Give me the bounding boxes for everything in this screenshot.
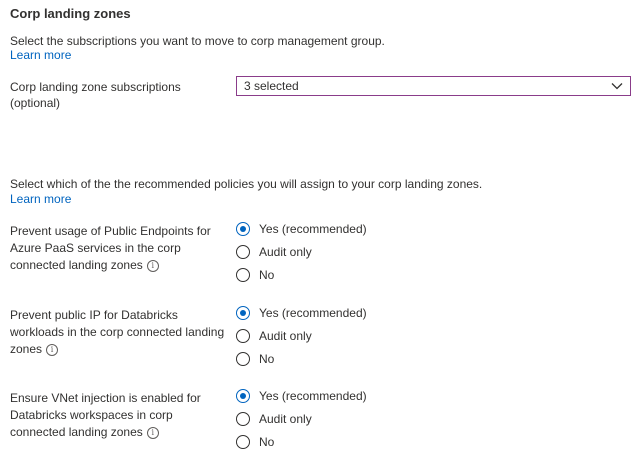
policy-label-text: Prevent public IP for Databricks workloa… [10, 308, 225, 356]
radio-label: Audit only [259, 412, 312, 426]
learn-more-link-subscriptions[interactable]: Learn more [10, 48, 71, 62]
section-title: Corp landing zones [10, 6, 131, 21]
info-icon[interactable]: i [46, 343, 59, 356]
radio-button[interactable] [236, 222, 250, 236]
policy-label-text: Ensure VNet injection is enabled for Dat… [10, 391, 201, 439]
radio-label: Yes (recommended) [259, 306, 367, 320]
radio-button[interactable] [236, 306, 250, 320]
radio-public-endpoints-audit[interactable]: Audit only [236, 241, 312, 263]
radio-public-endpoints-no[interactable]: No [236, 264, 274, 286]
radio-databricks-public-ip-yes[interactable]: Yes (recommended) [236, 302, 367, 324]
learn-more-link-policies[interactable]: Learn more [10, 192, 71, 206]
radio-label: Yes (recommended) [259, 222, 367, 236]
radio-label: No [259, 435, 275, 449]
radio-button[interactable] [236, 329, 250, 343]
policies-description: Select which of the the recommended poli… [10, 177, 483, 191]
info-icon[interactable]: i [146, 259, 159, 272]
policy-label-text: Prevent usage of Public Endpoints for Az… [10, 224, 211, 272]
radio-databricks-public-ip-no[interactable]: No [236, 348, 274, 370]
radio-label: Audit only [259, 329, 312, 343]
radio-button[interactable] [236, 245, 250, 259]
subscriptions-selected-value: 3 selected [244, 79, 299, 93]
policy-label-public-endpoints: Prevent usage of Public Endpoints for Az… [10, 223, 230, 274]
radio-label: Audit only [259, 245, 312, 259]
radio-label: No [259, 352, 275, 366]
radio-button[interactable] [236, 352, 250, 366]
info-icon[interactable]: i [146, 426, 159, 439]
chevron-down-icon [611, 83, 623, 90]
radio-button[interactable] [236, 435, 250, 449]
subscriptions-dropdown[interactable]: 3 selected [236, 76, 631, 96]
radio-public-endpoints-yes[interactable]: Yes (recommended) [236, 218, 367, 240]
radio-databricks-public-ip-audit[interactable]: Audit only [236, 325, 312, 347]
radio-button[interactable] [236, 389, 250, 403]
radio-vnet-injection-audit[interactable]: Audit only [236, 408, 312, 430]
radio-button[interactable] [236, 268, 250, 282]
subscriptions-label: Corp landing zone subscriptions (optiona… [10, 80, 181, 110]
radio-button[interactable] [236, 412, 250, 426]
radio-vnet-injection-yes[interactable]: Yes (recommended) [236, 385, 367, 407]
policy-label-vnet-injection: Ensure VNet injection is enabled for Dat… [10, 390, 230, 441]
radio-label: Yes (recommended) [259, 389, 367, 403]
radio-label: No [259, 268, 275, 282]
section-description: Select the subscriptions you want to mov… [10, 34, 385, 48]
policy-label-databricks-public-ip: Prevent public IP for Databricks workloa… [10, 307, 230, 358]
radio-vnet-injection-no[interactable]: No [236, 431, 274, 453]
